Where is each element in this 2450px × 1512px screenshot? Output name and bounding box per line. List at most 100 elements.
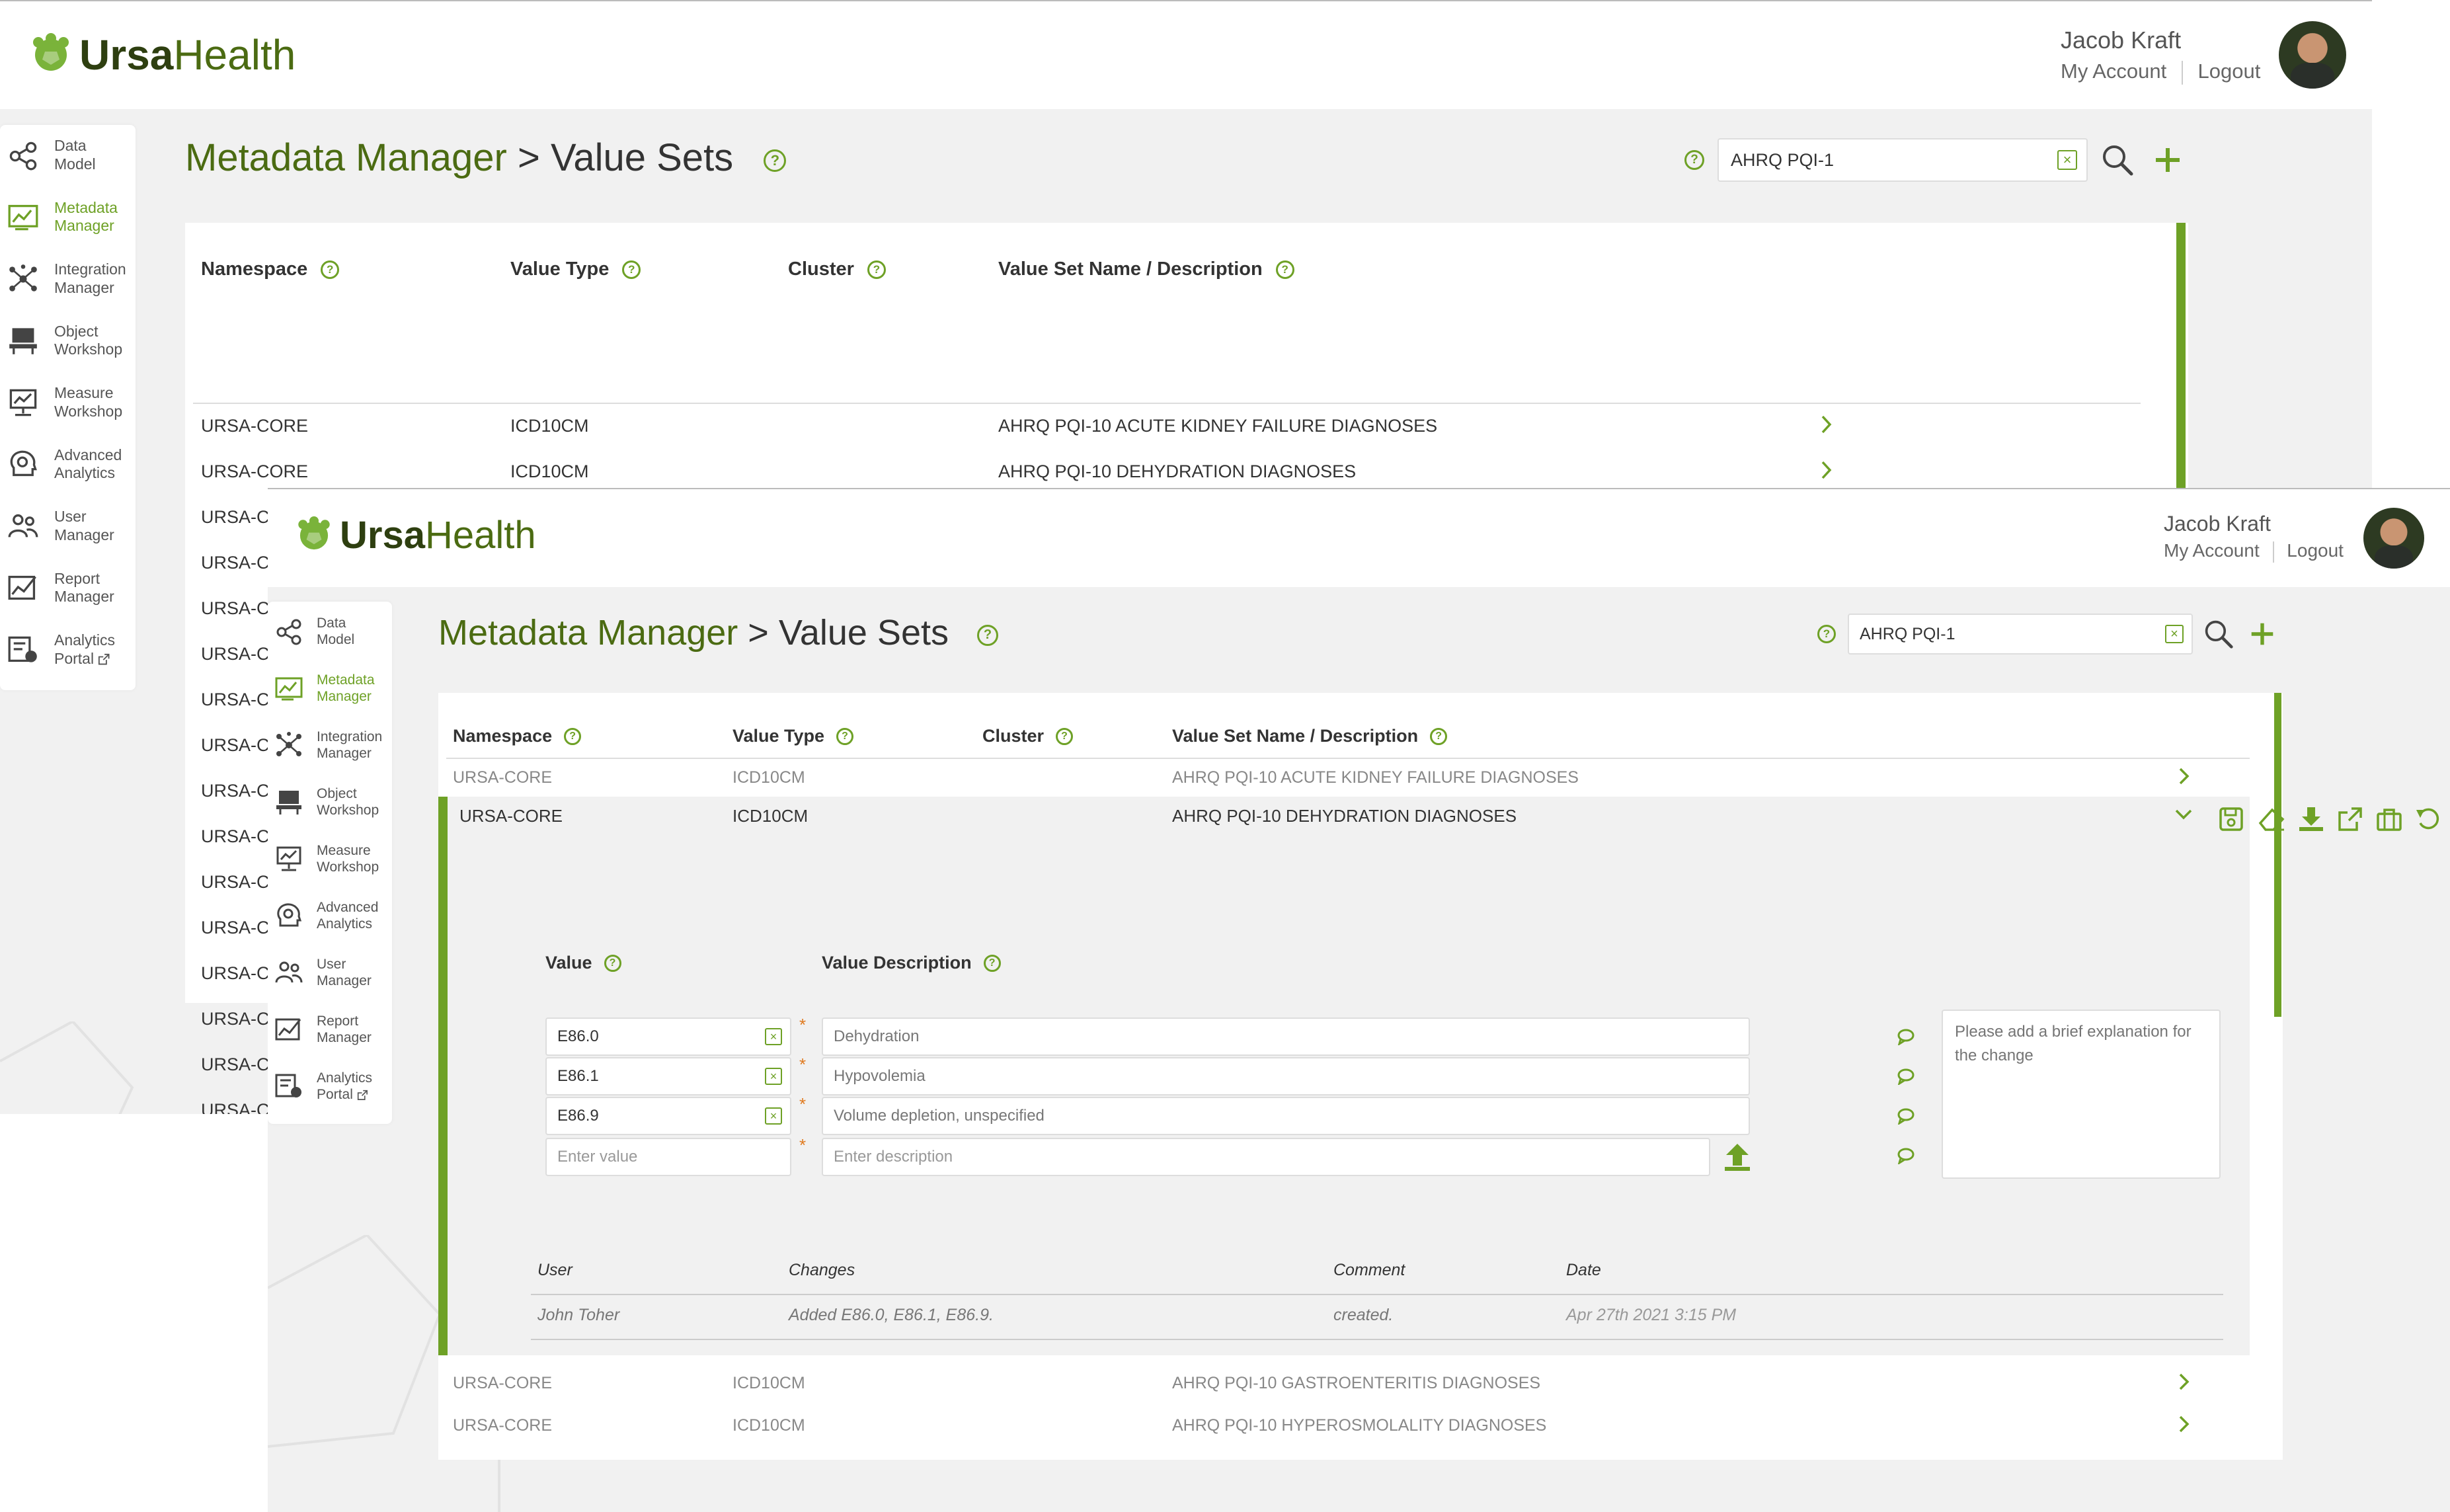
sidebar-item-measure-workshop[interactable]: Measure Workshop <box>0 384 122 420</box>
name-help-icon[interactable]: ? <box>1275 260 1294 279</box>
sidebar-item-analytics-portal[interactable]: Analytics Portal <box>0 631 115 668</box>
sidebar-item-user-manager[interactable]: User Manager <box>268 956 372 989</box>
breadcrumb-value-sets: Value Sets <box>550 136 734 179</box>
value-type-help-icon[interactable]: ? <box>622 260 641 279</box>
comment-icon[interactable] <box>1897 1028 1915 1045</box>
users-icon <box>7 511 40 541</box>
sidebar-item-measure-workshop[interactable]: Measure Workshop <box>268 842 379 875</box>
sidebar-item-integration-manager[interactable]: Integration Manager <box>0 260 126 297</box>
sidebar-item-metadata-manager[interactable]: Metadata Manager <box>268 672 375 705</box>
search-icon[interactable] <box>2101 143 2134 177</box>
description-column-header: Value Description? <box>822 953 1001 973</box>
sidebar-item-metadata-manager[interactable]: Metadata Manager <box>0 199 118 235</box>
value-column-header: Value? <box>545 953 621 973</box>
clear-value-icon[interactable]: × <box>765 1068 782 1085</box>
ursa-health-logo[interactable]: Ursa Health <box>29 30 296 79</box>
change-comment-textarea[interactable] <box>1942 1010 2221 1179</box>
chevron-right-icon[interactable] <box>1821 415 1833 434</box>
logout-link[interactable]: Logout <box>2198 60 2261 83</box>
description-input[interactable] <box>823 1106 1749 1126</box>
namespace-help-icon[interactable]: ? <box>321 260 340 279</box>
description-input[interactable] <box>823 1027 1749 1047</box>
sidebar-item-label: User Manager <box>54 508 114 543</box>
add-icon[interactable] <box>2154 146 2182 174</box>
help-icon[interactable]: ? <box>764 149 787 172</box>
undo-icon[interactable] <box>2415 806 2441 832</box>
value-input[interactable] <box>547 1066 765 1086</box>
logo-text-health: Health <box>424 514 536 557</box>
sidebar-item-data-model[interactable]: Data Model <box>0 137 96 173</box>
row-namespace: URSA-CORE <box>201 461 309 481</box>
header-value-set-name: Value Set Name / Description? <box>998 259 1294 280</box>
sidebar-item-user-manager[interactable]: User Manager <box>0 508 114 544</box>
add-icon[interactable] <box>2250 621 2275 647</box>
comment-icon[interactable] <box>1897 1147 1915 1164</box>
sidebar-item-advanced-analytics[interactable]: Advanced Analytics <box>0 446 122 483</box>
avatar[interactable] <box>2279 21 2346 89</box>
save-icon[interactable] <box>2218 806 2244 832</box>
avatar[interactable] <box>2363 508 2424 569</box>
sidebar-item-data-model[interactable]: Data Model <box>268 615 354 648</box>
my-account-link[interactable]: My Account <box>2061 60 2166 83</box>
required-marker: * <box>799 1135 807 1155</box>
sidebar-item-integration-manager[interactable]: Integration Manager <box>268 729 382 762</box>
search-help-icon[interactable]: ? <box>1817 625 1836 643</box>
name-help-icon[interactable]: ? <box>1430 727 1448 745</box>
new-description-input[interactable] <box>823 1147 1709 1167</box>
chevron-down-icon[interactable] <box>2174 809 2193 820</box>
search-help-icon[interactable]: ? <box>1684 150 1704 170</box>
namespace-help-icon[interactable]: ? <box>564 727 582 745</box>
download-icon[interactable] <box>2297 805 2325 832</box>
value-type-help-icon[interactable]: ? <box>836 727 854 745</box>
chevron-right-icon[interactable] <box>2178 767 2190 785</box>
new-value-input[interactable] <box>547 1147 790 1167</box>
foreground-screen: Ursa Health Jacob Kraft My Account Logou… <box>268 488 2450 1512</box>
clear-search-icon[interactable]: × <box>2057 150 2077 170</box>
scrollbar[interactable] <box>2274 693 2281 1017</box>
search-icon[interactable] <box>2203 619 2234 649</box>
chevron-right-icon[interactable] <box>2178 1415 2190 1433</box>
header-value-type: Value Type? <box>732 726 854 746</box>
eraser-icon[interactable] <box>2258 806 2285 832</box>
sidebar-item-advanced-analytics[interactable]: Advanced Analytics <box>268 899 378 932</box>
row-namespace: URSA-CORE <box>201 416 309 436</box>
sidebar-item-object-workshop[interactable]: Object Workshop <box>0 323 122 359</box>
ursa-health-logo[interactable]: Ursa Health <box>295 513 536 557</box>
logo-mark-icon <box>298 516 330 549</box>
upload-icon[interactable] <box>1722 1142 1753 1172</box>
cluster-help-icon[interactable]: ? <box>867 260 886 279</box>
help-icon[interactable]: ? <box>977 624 999 646</box>
chevron-right-icon[interactable] <box>1821 460 1833 480</box>
sidebar-item-analytics-portal[interactable]: Analytics Portal <box>268 1070 372 1103</box>
history-divider <box>531 1294 2223 1295</box>
description-help-icon[interactable]: ? <box>983 954 1001 972</box>
external-link-icon[interactable] <box>2337 806 2363 832</box>
cluster-help-icon[interactable]: ? <box>1056 727 1074 745</box>
breadcrumb-metadata-manager[interactable]: Metadata Manager <box>185 136 507 179</box>
description-input[interactable] <box>823 1066 1749 1086</box>
value-input[interactable] <box>547 1106 765 1126</box>
search-input[interactable] <box>1849 623 2165 645</box>
chevron-right-icon[interactable] <box>2178 1373 2190 1391</box>
row-name: AHRQ PQI-10 DEHYDRATION DIAGNOSES <box>1172 806 1517 826</box>
briefcase-icon[interactable] <box>2375 806 2403 832</box>
logout-link[interactable]: Logout <box>2287 540 2344 561</box>
comment-icon[interactable] <box>1897 1107 1915 1125</box>
row-name: AHRQ PQI-10 GASTROENTERITIS DIAGNOSES <box>1172 1374 1541 1392</box>
sidebar-item-report-manager[interactable]: Report Manager <box>0 570 114 606</box>
value-help-icon[interactable]: ? <box>604 954 621 972</box>
value-input[interactable] <box>547 1027 765 1047</box>
clear-search-icon[interactable]: × <box>2165 625 2184 643</box>
logo-text-health: Health <box>173 31 296 79</box>
value-sets-table: Namespace? Value Type? Cluster? Value Se… <box>438 693 2439 1460</box>
clear-value-icon[interactable]: × <box>765 1107 782 1125</box>
sidebar-item-report-manager[interactable]: Report Manager <box>268 1013 372 1046</box>
search-input[interactable] <box>1719 149 2057 171</box>
clear-value-icon[interactable]: × <box>765 1028 782 1045</box>
breadcrumb-separator: > <box>506 136 551 179</box>
breadcrumb-metadata-manager[interactable]: Metadata Manager <box>438 613 738 653</box>
description-field <box>822 1097 1750 1135</box>
my-account-link[interactable]: My Account <box>2164 540 2260 561</box>
comment-icon[interactable] <box>1897 1068 1915 1085</box>
sidebar-item-object-workshop[interactable]: Object Workshop <box>268 785 379 818</box>
